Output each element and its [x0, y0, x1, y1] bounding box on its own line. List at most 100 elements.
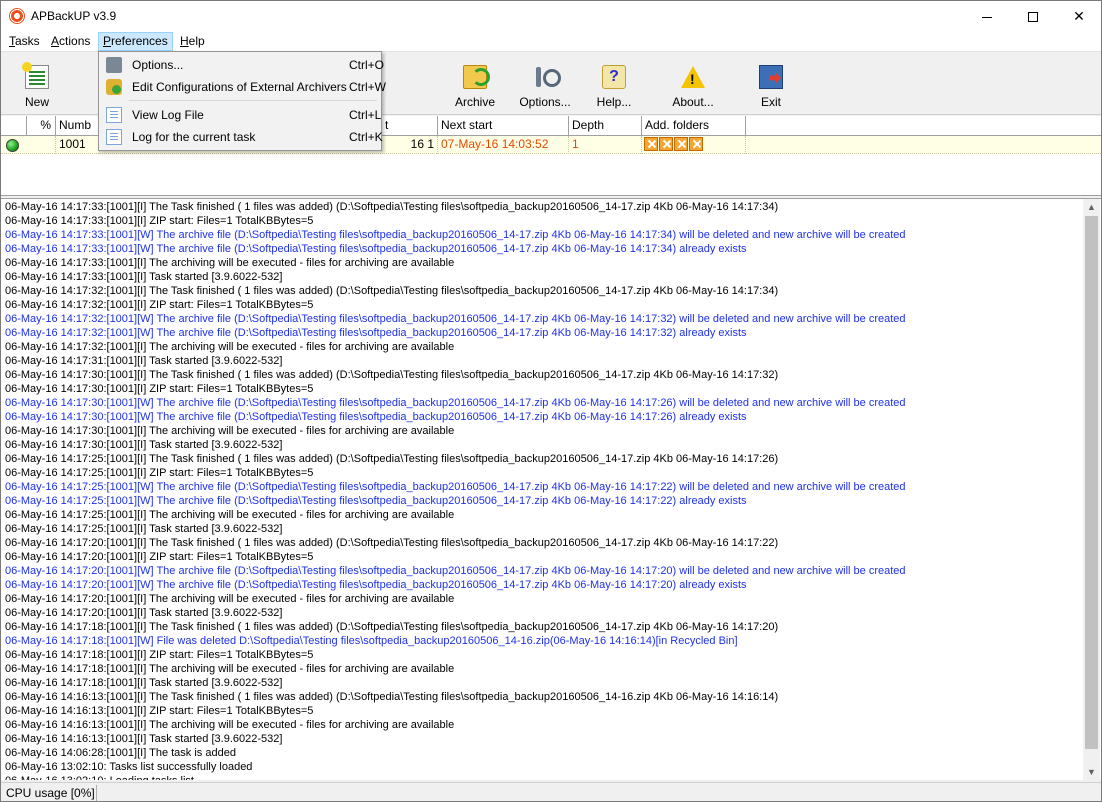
log-line: 06-May-16 14:06:28:[1001][I] The task is… [5, 747, 236, 759]
log-line: 06-May-16 14:17:32:[1001][I] The Task fi… [5, 285, 779, 297]
scroll-thumb[interactable] [1085, 216, 1098, 749]
archive-button[interactable]: Archive [447, 60, 503, 112]
options-icon [106, 57, 122, 73]
menu-tasks[interactable]: Tasks [5, 32, 44, 51]
menu-help[interactable]: Help [176, 32, 209, 51]
new-label: New [24, 95, 49, 109]
exit-button[interactable]: Exit [749, 60, 793, 112]
menu-help-label: elp [188, 34, 205, 48]
help-label: Help... [596, 95, 632, 109]
new-task-icon [22, 62, 49, 89]
menu-item-options[interactable]: Options... Ctrl+O [101, 54, 384, 76]
about-label: About... [672, 95, 714, 109]
log-line: 06-May-16 14:16:13:[1001][I] The Task fi… [5, 691, 779, 703]
exit-label: Exit [760, 95, 781, 109]
options-label: Options... [519, 95, 571, 109]
log-line: 06-May-16 14:17:20:[1001][I] The Task fi… [5, 537, 779, 549]
log-line: 06-May-16 14:17:18:[1001][I] ZIP start: … [5, 649, 314, 661]
log-line: 06-May-16 14:17:32:[1001][W] The archive… [5, 327, 747, 339]
excluded-folder-icon [659, 137, 673, 151]
menu-actions-mnemonic: A [51, 34, 60, 48]
about-button[interactable]: About... [665, 60, 721, 112]
log-line: 06-May-16 14:17:20:[1001][W] The archive… [5, 565, 906, 577]
log-line: 06-May-16 14:17:25:[1001][I] Task starte… [5, 523, 283, 535]
log-line: 06-May-16 14:17:18:[1001][I] The archivi… [5, 663, 455, 675]
menu-item-task-log[interactable]: Log for the current task Ctrl+K [101, 126, 383, 148]
menu-actions[interactable]: Actions [47, 32, 94, 51]
col-last-header[interactable]: t [382, 116, 438, 136]
cpu-usage: CPU usage [0%] [6, 786, 95, 800]
log-line: 06-May-16 14:17:33:[1001][I] ZIP start: … [5, 215, 314, 227]
cell-next-start: 07-May-16 14:03:52 [438, 136, 569, 154]
excluded-folder-icon [674, 137, 688, 151]
menu-bar: Tasks Actions Preferences Help [1, 31, 1101, 51]
log-line: 06-May-16 14:17:31:[1001][I] Task starte… [5, 355, 283, 367]
log-line: 06-May-16 14:17:20:[1001][I] Task starte… [5, 607, 283, 619]
excluded-folder-icon [689, 137, 703, 151]
title-bar: APBackUP v3.9 ✕ [1, 1, 1101, 31]
log-line: 06-May-16 14:17:30:[1001][W] The archive… [5, 411, 747, 423]
menu-preferences-label: references [111, 34, 168, 48]
menu-preferences-mnemonic: P [103, 34, 112, 48]
menu-preferences[interactable]: Preferences [98, 32, 173, 51]
log-line: 06-May-16 14:17:33:[1001][W] The archive… [5, 229, 906, 241]
options-button[interactable]: Options... [513, 60, 577, 112]
col-next-start-header[interactable]: Next start [438, 116, 569, 136]
menu-help-mnemonic: H [180, 34, 189, 48]
col-number-header[interactable]: Numb [56, 116, 100, 136]
status-divider [96, 785, 97, 801]
new-button[interactable]: New [13, 60, 61, 112]
menu-item-view-log[interactable]: View Log File Ctrl+L [101, 104, 382, 126]
log-line: 06-May-16 14:17:25:[1001][I] The archivi… [5, 509, 455, 521]
scroll-up-icon[interactable]: ▲ [1083, 199, 1100, 216]
log-line: 06-May-16 14:17:18:[1001][I] Task starte… [5, 677, 283, 689]
log-line: 06-May-16 14:17:33:[1001][I] Task starte… [5, 271, 283, 283]
log-line: 06-May-16 14:17:30:[1001][W] The archive… [5, 397, 906, 409]
external-archivers-icon [106, 79, 122, 95]
minimize-button[interactable] [964, 1, 1010, 31]
log-line: 06-May-16 14:17:20:[1001][I] ZIP start: … [5, 551, 314, 563]
preferences-menu: Options... Ctrl+O Edit Configurations of… [98, 51, 386, 151]
close-icon: ✕ [1073, 8, 1085, 24]
maximize-button[interactable] [1010, 1, 1056, 31]
col-depth-header[interactable]: Depth [569, 116, 642, 136]
log-line: 06-May-16 14:17:20:[1001][W] The archive… [5, 579, 747, 591]
log-line: 06-May-16 14:17:30:[1001][I] The Task fi… [5, 369, 779, 381]
maximize-icon [1028, 12, 1038, 23]
help-icon: ? [602, 65, 626, 89]
status-active-icon [6, 139, 19, 152]
log-line: 06-May-16 14:17:33:[1001][I] The archivi… [5, 257, 455, 269]
log-line: 06-May-16 14:17:30:[1001][I] Task starte… [5, 439, 283, 451]
col-add-folders-header[interactable]: Add. folders [642, 116, 746, 136]
log-line: 06-May-16 14:17:32:[1001][I] The archivi… [5, 341, 455, 353]
exit-icon [759, 65, 783, 89]
status-bar: CPU usage [0%] [1, 782, 1101, 801]
cell-number: 1001 [56, 136, 100, 154]
options-tools-icon [533, 65, 561, 89]
archive-icon [463, 65, 490, 89]
menu-item-external-archivers[interactable]: Edit Configurations of External Archiver… [101, 76, 386, 98]
log-line: 06-May-16 14:17:18:[1001][W] File was de… [5, 635, 738, 647]
log-line: 06-May-16 14:16:13:[1001][I] ZIP start: … [5, 705, 314, 717]
log-panel[interactable]: 06-May-16 14:17:33:[1001][I] The Task fi… [1, 198, 1101, 780]
menu-item-view-log-shortcut: Ctrl+L [349, 108, 382, 122]
log-line: 06-May-16 13:02:10: Tasks list successfu… [5, 761, 253, 773]
col-status-header[interactable] [1, 116, 27, 136]
menu-actions-label: ctions [59, 34, 91, 48]
log-line: 06-May-16 14:17:20:[1001][I] The archivi… [5, 593, 455, 605]
log-line: 06-May-16 14:16:13:[1001][I] The archivi… [5, 719, 455, 731]
log-line: 06-May-16 14:17:33:[1001][W] The archive… [5, 243, 747, 255]
log-line: 06-May-16 14:16:13:[1001][I] Task starte… [5, 733, 283, 745]
menu-tasks-label: asks [15, 34, 40, 48]
scroll-down-icon[interactable]: ▼ [1083, 764, 1100, 780]
col-percent-header[interactable]: % [27, 116, 56, 136]
log-scrollbar[interactable]: ▲ ▼ [1083, 199, 1100, 780]
menu-item-options-label: Options... [132, 58, 184, 72]
log-line: 06-May-16 14:17:25:[1001][W] The archive… [5, 481, 906, 493]
help-button[interactable]: ? Help... [589, 60, 639, 112]
excluded-folder-icon [644, 137, 658, 151]
close-button[interactable]: ✕ [1056, 1, 1101, 31]
menu-item-options-shortcut: Ctrl+O [349, 58, 385, 72]
log-line: 06-May-16 14:17:32:[1001][I] ZIP start: … [5, 299, 314, 311]
app-window: APBackUP v3.9 ✕ Tasks Actions Preference… [0, 0, 1102, 802]
